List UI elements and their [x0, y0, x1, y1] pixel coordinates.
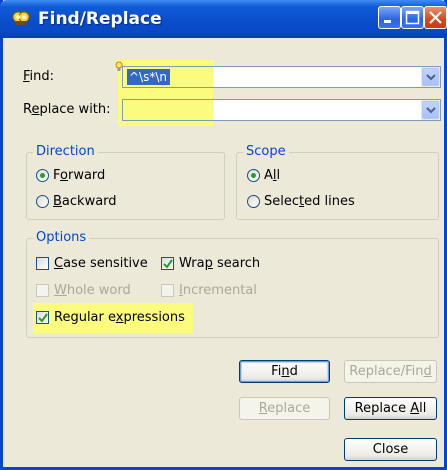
- case-sensitive-box[interactable]: [36, 257, 49, 270]
- scope-title: Scope: [243, 144, 289, 159]
- case-sensitive-label: Case sensitive: [54, 256, 148, 271]
- checkmark-icon: [163, 259, 173, 269]
- find-button[interactable]: Find: [239, 360, 330, 383]
- find-dropdown-button[interactable]: [422, 68, 439, 86]
- case-sensitive-checkbox[interactable]: Case sensitive: [36, 256, 148, 271]
- forward-radio[interactable]: Forward: [36, 168, 105, 183]
- direction-group: Direction: [26, 144, 225, 220]
- maximize-icon: [405, 10, 420, 25]
- regular-expressions-checkbox[interactable]: Regular expressions: [36, 310, 185, 325]
- whole-word-checkbox[interactable]: Whole word: [36, 283, 131, 298]
- replace-input[interactable]: [127, 102, 327, 118]
- close-button[interactable]: Close: [344, 438, 437, 461]
- wrap-search-label: Wrap search: [179, 256, 261, 271]
- maximize-button[interactable]: [401, 6, 424, 29]
- minimize-button[interactable]: [378, 6, 401, 29]
- scope-group: Scope: [236, 144, 439, 220]
- backward-label: Backward: [53, 194, 117, 209]
- replace-button[interactable]: Replace: [239, 397, 330, 420]
- replace-combo[interactable]: [122, 99, 441, 121]
- options-title: Options: [33, 230, 90, 245]
- chevron-down-icon: [426, 74, 436, 81]
- find-replace-dialog: Find/Replace Find: ^\s*\n Replace with: …: [0, 0, 447, 470]
- forward-label: Forward: [53, 168, 106, 183]
- regular-expressions-box[interactable]: [36, 311, 49, 324]
- backward-radio[interactable]: Backward: [36, 194, 117, 209]
- checkmark-icon: [38, 313, 48, 323]
- minimize-icon: [384, 20, 391, 23]
- selected-lines-label: Selected lines: [264, 194, 355, 209]
- window-title: Find/Replace: [38, 9, 162, 29]
- wrap-search-checkbox[interactable]: Wrap search: [161, 256, 260, 271]
- selected-lines-radio-dot[interactable]: [247, 195, 260, 208]
- find-combo[interactable]: ^\s*\n: [122, 66, 441, 88]
- find-label: Find:: [23, 69, 55, 84]
- title-bar[interactable]: Find/Replace: [0, 0, 447, 38]
- incremental-label: Incremental: [179, 283, 257, 298]
- replace-find-button[interactable]: Replace/Find: [344, 360, 437, 383]
- direction-title: Direction: [33, 144, 98, 159]
- close-window-button[interactable]: [424, 6, 447, 29]
- replace-all-button[interactable]: Replace All: [344, 397, 437, 420]
- find-replace-app-icon: [10, 9, 32, 29]
- incremental-checkbox[interactable]: Incremental: [161, 283, 257, 298]
- whole-word-box[interactable]: [36, 284, 49, 297]
- forward-radio-dot[interactable]: [36, 169, 49, 182]
- regular-expressions-label: Regular expressions: [54, 310, 185, 325]
- chevron-down-icon: [426, 107, 436, 114]
- wrap-search-box[interactable]: [161, 257, 174, 270]
- scope-all-radio[interactable]: All: [247, 168, 280, 183]
- scope-all-radio-dot[interactable]: [247, 169, 260, 182]
- replace-dropdown-button[interactable]: [422, 101, 439, 119]
- selected-lines-radio[interactable]: Selected lines: [247, 194, 355, 209]
- backward-radio-dot[interactable]: [36, 195, 49, 208]
- incremental-box[interactable]: [161, 284, 174, 297]
- replace-label: Replace with:: [23, 102, 111, 117]
- whole-word-label: Whole word: [54, 283, 131, 298]
- close-icon: [429, 11, 442, 24]
- scope-all-label: All: [264, 168, 281, 183]
- find-input[interactable]: ^\s*\n: [127, 69, 170, 85]
